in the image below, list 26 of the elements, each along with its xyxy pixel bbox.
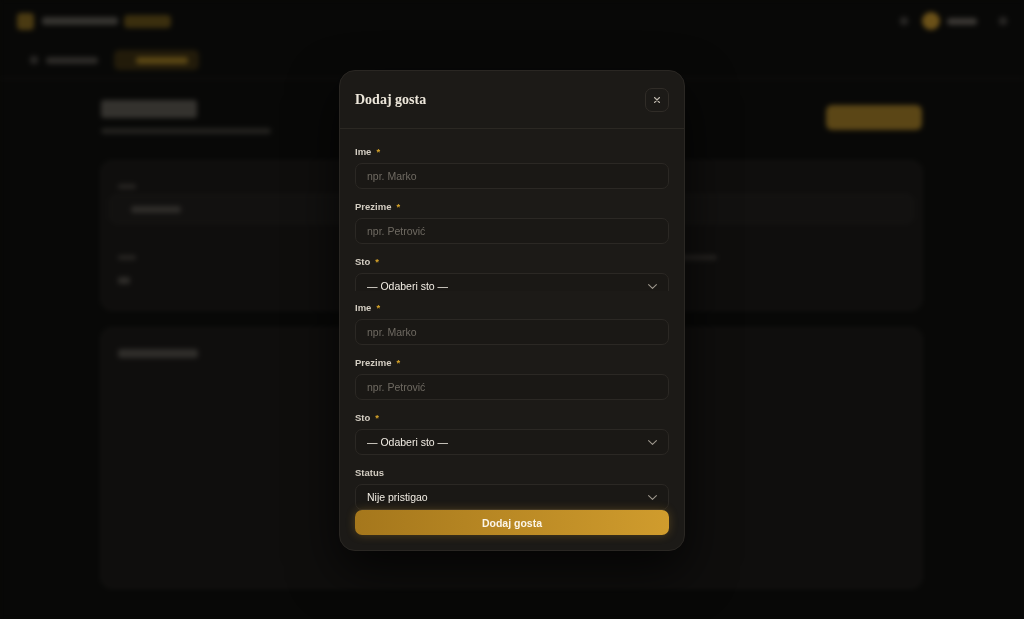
required-mark: * <box>376 301 381 313</box>
select-field[interactable]: — Odaberi sto — <box>355 429 669 455</box>
chevron-down-icon <box>648 494 657 500</box>
select-field[interactable]: Nije pristigao <box>355 484 669 510</box>
select-field[interactable]: — Odaberi sto — <box>355 273 669 291</box>
text-input[interactable]: npr. Petrović <box>355 374 669 400</box>
chevron-down-icon <box>648 439 657 445</box>
field-label: Sto <box>355 411 371 423</box>
field-label: Prezime <box>355 356 392 368</box>
required-mark: * <box>396 356 401 368</box>
required-mark: * <box>375 255 379 267</box>
field-label: Sto <box>355 255 371 267</box>
required-mark: * <box>376 145 381 157</box>
required-mark: * <box>375 411 379 423</box>
text-input[interactable]: npr. Petrović <box>355 218 669 244</box>
field-label: Ime <box>355 301 372 313</box>
text-input[interactable]: npr. Marko <box>355 319 669 345</box>
close-icon <box>654 96 660 103</box>
chevron-down-icon <box>648 283 657 289</box>
required-mark: * <box>396 200 401 212</box>
close-button[interactable] <box>645 87 669 112</box>
field-label: Prezime <box>355 200 392 212</box>
field-label: Ime <box>355 145 372 157</box>
field-label: Status <box>355 466 385 478</box>
text-input[interactable]: npr. Marko <box>355 163 669 189</box>
dialog-title: Dodaj gosta <box>355 91 427 108</box>
